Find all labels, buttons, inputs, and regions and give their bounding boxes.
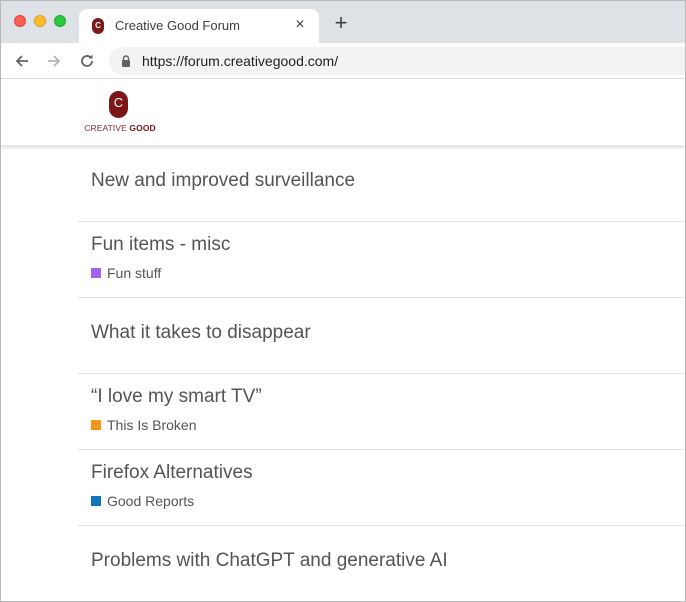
browser-window: C Creative Good Forum × + https://forum.… xyxy=(0,0,686,602)
tab-title: Creative Good Forum xyxy=(115,18,240,33)
site-header: C CREATIVE GOOD xyxy=(1,80,685,146)
arrow-right-icon xyxy=(48,55,61,67)
tab-strip: C Creative Good Forum × + xyxy=(1,1,685,43)
browser-toolbar: https://forum.creativegood.com/ xyxy=(1,43,685,79)
reload-button[interactable] xyxy=(75,49,99,73)
topic-item[interactable]: Firefox Alternatives Good Reports xyxy=(78,450,685,526)
category-color-icon xyxy=(91,268,101,278)
lock-icon xyxy=(122,55,130,67)
category-badge[interactable]: Fun stuff xyxy=(91,265,161,281)
reload-icon xyxy=(81,54,93,67)
topic-list: New and improved surveillance Fun items … xyxy=(78,146,685,601)
topic-title[interactable]: “I love my smart TV” xyxy=(91,386,262,408)
minimize-window-button[interactable] xyxy=(34,15,46,27)
category-color-icon xyxy=(91,420,101,430)
new-tab-button[interactable]: + xyxy=(331,12,351,34)
topic-item[interactable]: What it takes to disappear xyxy=(78,298,685,374)
logo-text-light: CREATIVE xyxy=(84,123,127,133)
topic-title[interactable]: What it takes to disappear xyxy=(91,322,311,344)
tab-creative-good-forum[interactable]: C Creative Good Forum × xyxy=(79,9,319,43)
category-name: This Is Broken xyxy=(107,417,197,433)
category-name: Good Reports xyxy=(107,493,195,509)
back-button[interactable] xyxy=(10,49,34,73)
category-color-icon xyxy=(91,496,101,506)
topic-title[interactable]: New and improved surveillance xyxy=(91,170,355,192)
favicon-icon: C xyxy=(92,18,104,34)
logo-mark-icon: C xyxy=(109,91,128,118)
url-text[interactable]: https://forum.creativegood.com/ xyxy=(142,53,338,69)
topic-item[interactable]: Fun items - misc Fun stuff xyxy=(78,222,685,298)
topic-title[interactable]: Firefox Alternatives xyxy=(91,462,253,484)
maximize-window-button[interactable] xyxy=(54,15,66,27)
page-content: C CREATIVE GOOD New and improved surveil… xyxy=(1,80,685,601)
close-tab-icon[interactable]: × xyxy=(291,16,309,34)
category-badge[interactable]: This Is Broken xyxy=(91,417,196,433)
close-window-button[interactable] xyxy=(14,15,26,27)
topic-title[interactable]: Problems with ChatGPT and generative AI xyxy=(91,550,448,572)
topic-title[interactable]: Fun items - misc xyxy=(91,234,230,256)
category-badge[interactable]: Good Reports xyxy=(91,493,194,509)
logo-text: CREATIVE GOOD xyxy=(81,123,159,133)
address-bar[interactable]: https://forum.creativegood.com/ xyxy=(109,47,685,75)
site-logo[interactable]: C CREATIVE GOOD xyxy=(81,91,159,135)
topic-item[interactable]: Problems with ChatGPT and generative AI xyxy=(78,526,685,601)
forward-button[interactable] xyxy=(42,49,66,73)
topic-item[interactable]: “I love my smart TV” This Is Broken xyxy=(78,374,685,450)
logo-text-bold: GOOD xyxy=(129,123,156,133)
category-name: Fun stuff xyxy=(107,265,162,281)
arrow-left-icon xyxy=(15,55,28,67)
topic-item[interactable]: New and improved surveillance xyxy=(78,146,685,222)
